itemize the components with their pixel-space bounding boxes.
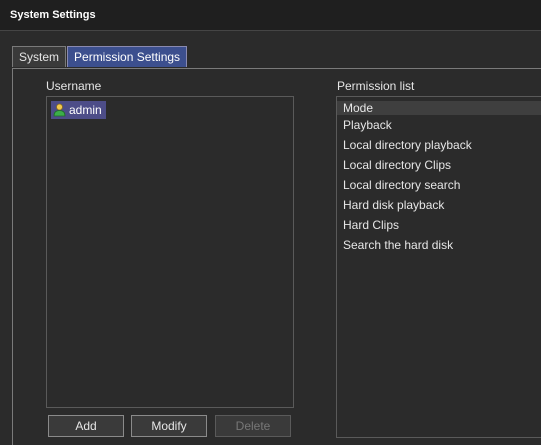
add-button[interactable]: Add	[48, 415, 124, 437]
permission-item-search-hard-disk[interactable]: Search the hard disk	[343, 237, 472, 257]
permission-item-hard-disk-playback[interactable]: Hard disk playback	[343, 197, 472, 217]
permission-item-local-directory-search[interactable]: Local directory search	[343, 177, 472, 197]
tab-system[interactable]: System	[12, 46, 67, 67]
permission-items: Playback Local directory playback Local …	[343, 117, 472, 257]
permission-list-header: Mode	[337, 101, 541, 115]
username-label: Username	[46, 79, 102, 93]
modify-button[interactable]: Modify	[131, 415, 207, 437]
system-settings-window: System Settings System Permission Settin…	[0, 0, 541, 445]
tab-bar: System Permission Settings	[12, 46, 188, 68]
username-list[interactable]: admin	[46, 96, 294, 408]
permission-item-local-directory-playback[interactable]: Local directory playback	[343, 137, 472, 157]
permission-list-label: Permission list	[337, 79, 415, 93]
permission-item-hard-clips[interactable]: Hard Clips	[343, 217, 472, 237]
permission-list[interactable]: Mode Playback Local directory playback L…	[336, 96, 541, 438]
user-item-admin[interactable]: admin	[51, 101, 106, 119]
title-bar[interactable]: System Settings	[0, 0, 541, 31]
permission-header-label: Mode	[343, 101, 374, 115]
permission-item-local-directory-clips[interactable]: Local directory Clips	[343, 157, 472, 177]
user-name: admin	[69, 103, 102, 117]
window-title: System Settings	[10, 9, 96, 21]
permission-item-playback[interactable]: Playback	[343, 117, 472, 137]
tab-permission-settings[interactable]: Permission Settings	[67, 46, 188, 67]
user-icon	[53, 103, 66, 117]
delete-button[interactable]: Delete	[215, 415, 291, 437]
